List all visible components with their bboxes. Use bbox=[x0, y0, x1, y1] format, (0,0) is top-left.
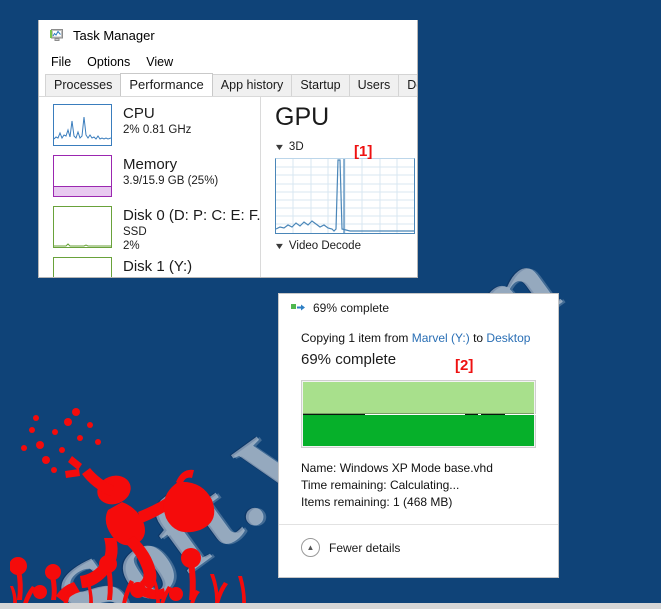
memory-stats: 3.9/15.9 GB (25%) bbox=[123, 175, 219, 187]
red-running-figure-graphic bbox=[10, 408, 246, 603]
copy-destination-link[interactable]: Desktop bbox=[486, 331, 530, 345]
sidebar-item-memory[interactable]: Memory 3.9/15.9 GB (25%) bbox=[39, 155, 260, 206]
sidebar-item-disk-0[interactable]: Disk 0 (D: P: C: E: F. SSD 2% bbox=[39, 206, 260, 257]
disk0-graph-thumbnail bbox=[53, 206, 112, 248]
detail-time-row: Time remaining: Calculating... bbox=[301, 477, 536, 494]
cpu-name: CPU bbox=[123, 105, 155, 122]
disk0-text-block: Disk 0 (D: P: C: E: F. SSD 2% bbox=[123, 206, 260, 253]
copy-icon bbox=[291, 304, 305, 311]
memory-fill-thumbnail bbox=[53, 155, 112, 197]
tab-details[interactable]: Details bbox=[398, 74, 417, 96]
progress-tick bbox=[365, 414, 465, 415]
cpu-stats: 2% 0.81 GHz bbox=[123, 124, 192, 136]
task-manager-body: CPU 2% 0.81 GHz Memory 3.9/15.9 GB (25%) bbox=[39, 97, 417, 277]
sidebar-item-cpu[interactable]: CPU 2% 0.81 GHz bbox=[39, 104, 260, 155]
disk0-type: SSD bbox=[123, 226, 147, 238]
chevron-up-circle-icon[interactable]: ▲ bbox=[301, 538, 320, 557]
tab-app-history[interactable]: App history bbox=[211, 74, 293, 96]
disk1-graph-thumbnail bbox=[53, 257, 112, 277]
desktop-background: Soft.W .com bbox=[0, 0, 661, 603]
tab-startup[interactable]: Startup bbox=[291, 74, 350, 96]
gpu-video-decode-label: Video Decode bbox=[288, 240, 361, 252]
detail-items-value: 1 (468 MB) bbox=[393, 495, 453, 509]
fewer-details-button[interactable]: ▲ Fewer details bbox=[279, 525, 558, 557]
menu-view[interactable]: View bbox=[146, 55, 173, 69]
callout-marker-2: [2] bbox=[455, 357, 474, 374]
detail-time-value: Calculating... bbox=[389, 478, 460, 492]
task-manager-tabs[interactable]: Processes Performance App history Startu… bbox=[39, 73, 417, 97]
menu-file[interactable]: File bbox=[51, 55, 71, 69]
copy-progress-bar bbox=[301, 380, 550, 448]
gpu-3d-section-header[interactable]: ▼ 3D bbox=[273, 141, 417, 153]
fewer-details-label: Fewer details bbox=[329, 540, 401, 555]
copy-details-list: Name: Windows XP Mode base.vhd Time rema… bbox=[301, 460, 536, 511]
chevron-down-icon: ▼ bbox=[273, 141, 286, 152]
task-manager-icon bbox=[50, 29, 63, 41]
performance-sidebar[interactable]: CPU 2% 0.81 GHz Memory 3.9/15.9 GB (25%) bbox=[39, 97, 261, 277]
tab-performance[interactable]: Performance bbox=[120, 73, 213, 96]
task-manager-title: Task Manager bbox=[73, 27, 155, 43]
disk0-name: Disk 0 (D: P: C: E: F. bbox=[123, 207, 260, 224]
cpu-text-block: CPU 2% 0.81 GHz bbox=[123, 104, 191, 137]
disk0-usage: 2% bbox=[123, 240, 140, 252]
copy-prefix-text: Copying 1 item from bbox=[301, 331, 412, 345]
memory-name: Memory bbox=[123, 156, 178, 173]
detail-items-row: Items remaining: 1 (468 MB) bbox=[301, 494, 536, 511]
disk1-type: USB bbox=[123, 276, 192, 277]
detail-time-label: Time remaining: bbox=[301, 478, 387, 492]
copy-progress-fill bbox=[303, 382, 550, 446]
gpu-3d-label: 3D bbox=[288, 141, 304, 153]
menu-options[interactable]: Options bbox=[87, 55, 130, 69]
task-manager-titlebar[interactable]: Task Manager bbox=[39, 20, 417, 50]
cpu-sparkline-thumbnail bbox=[53, 104, 112, 146]
copy-progress-dialog[interactable]: 69% complete Copying 1 item from Marvel … bbox=[278, 293, 559, 578]
detail-items-label: Items remaining: bbox=[301, 495, 390, 509]
disk1-name: Disk 1 (Y:) bbox=[123, 258, 193, 275]
gpu-heading: GPU bbox=[275, 103, 330, 131]
gpu-3d-graph bbox=[275, 158, 415, 234]
progress-tick bbox=[505, 414, 550, 415]
copy-dialog-body: Copying 1 item from Marvel (Y:) to Deskt… bbox=[279, 322, 558, 511]
chevron-down-icon: ▼ bbox=[273, 240, 286, 251]
copy-percent-text: 69% complete bbox=[301, 351, 397, 368]
callout-marker-1: [1] bbox=[354, 143, 373, 160]
copy-mid-text: to bbox=[469, 331, 487, 345]
gpu-detail-panel: GPU ▼ 3D ▼ Video Decode bbox=[261, 97, 417, 277]
task-manager-menubar[interactable]: File Options View bbox=[39, 50, 417, 74]
detail-name-row: Name: Windows XP Mode base.vhd bbox=[301, 460, 536, 477]
copy-source-destination-line: Copying 1 item from Marvel (Y:) to Deskt… bbox=[301, 330, 536, 347]
memory-usage-bar bbox=[54, 186, 111, 196]
bottom-edge-strip bbox=[0, 603, 661, 609]
memory-text-block: Memory 3.9/15.9 GB (25%) bbox=[123, 155, 218, 188]
copy-source-link[interactable]: Marvel (Y:) bbox=[412, 331, 470, 345]
tab-users[interactable]: Users bbox=[348, 74, 400, 96]
tab-processes[interactable]: Processes bbox=[45, 74, 122, 96]
detail-name-value: Windows XP Mode base.vhd bbox=[339, 461, 493, 475]
copy-dialog-title: 69% complete bbox=[313, 301, 390, 315]
sidebar-item-disk-1[interactable]: Disk 1 (Y:) USB 0% bbox=[39, 257, 260, 277]
gpu-video-decode-section-header[interactable]: ▼ Video Decode bbox=[273, 240, 417, 252]
disk1-text-block: Disk 1 (Y:) USB 0% bbox=[123, 257, 193, 277]
copy-dialog-titlebar[interactable]: 69% complete bbox=[279, 294, 558, 322]
progress-tick bbox=[478, 414, 481, 415]
detail-name-label: Name: bbox=[301, 461, 337, 475]
